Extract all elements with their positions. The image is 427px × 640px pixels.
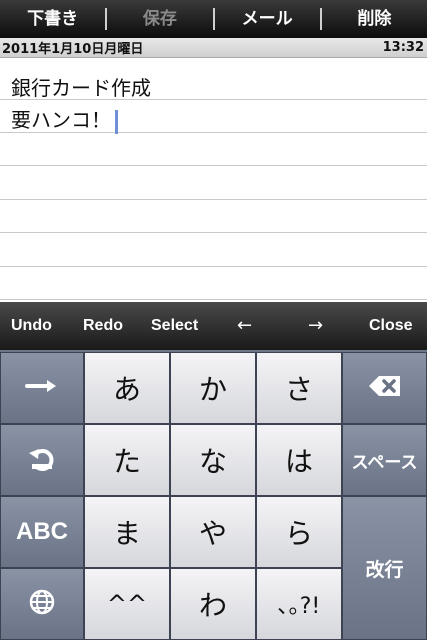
globe-icon [28,588,56,620]
kana-key-ma[interactable]: ま [84,496,170,568]
abc-key[interactable]: ABC [0,496,84,568]
draft-button[interactable]: 下書き [0,0,105,38]
ruled-line [0,266,427,267]
ruled-line [0,299,427,300]
globe-key[interactable] [0,568,84,640]
redo-button[interactable]: Redo [83,302,123,350]
next-char-key[interactable] [0,352,84,424]
note-line-1: 銀行カード作成 [11,76,151,100]
space-key[interactable]: スペース [342,424,427,496]
note-line-2-text: 要ハンコ！ [11,108,111,132]
date-bar: 2011年1月10日月曜日 13:32 [0,38,427,58]
note-editor[interactable]: 銀行カード作成 要ハンコ！ [0,58,427,302]
ruled-line [0,199,427,200]
note-line-2: 要ハンコ！ [11,104,118,134]
note-time: 13:32 [382,40,424,55]
backspace-key[interactable] [342,352,427,424]
kana-key-ka[interactable]: か [170,352,256,424]
kana-key-emoticon[interactable]: ^^ [84,568,170,640]
return-key[interactable]: 改行 [342,496,427,640]
kana-key-na[interactable]: な [170,424,256,496]
ruled-line [0,232,427,233]
undo-icon [27,443,57,477]
arrow-right-icon [25,378,59,398]
top-toolbar: 下書き 保存 メール 削除 [0,0,427,38]
edit-bar: Undo Redo Select ← → Close [0,302,427,350]
close-button[interactable]: Close [369,302,413,350]
note-date: 2011年1月10日月曜日 [2,42,144,57]
kana-key-punctuation[interactable]: ､｡?! [256,568,342,640]
kana-key-a[interactable]: あ [84,352,170,424]
japanese-keyboard: ABC あ か さ た な は ま や ら ^^ わ ､｡?! スペース 改行 [0,350,427,640]
kana-key-ra[interactable]: ら [256,496,342,568]
delete-button[interactable]: 削除 [322,0,427,38]
kana-key-ta[interactable]: た [84,424,170,496]
text-cursor [115,109,118,134]
save-button[interactable]: 保存 [107,0,212,38]
select-button[interactable]: Select [151,302,198,350]
cursor-right-button[interactable]: → [308,302,323,350]
ruled-line [0,165,427,166]
kana-key-ya[interactable]: や [170,496,256,568]
undo-button[interactable]: Undo [11,302,52,350]
kana-key-sa[interactable]: さ [256,352,342,424]
cursor-left-button[interactable]: ← [237,302,252,350]
kana-key-ha[interactable]: は [256,424,342,496]
undo-kana-key[interactable] [0,424,84,496]
backspace-icon [367,374,403,402]
mail-button[interactable]: メール [215,0,320,38]
kana-key-wa[interactable]: わ [170,568,256,640]
